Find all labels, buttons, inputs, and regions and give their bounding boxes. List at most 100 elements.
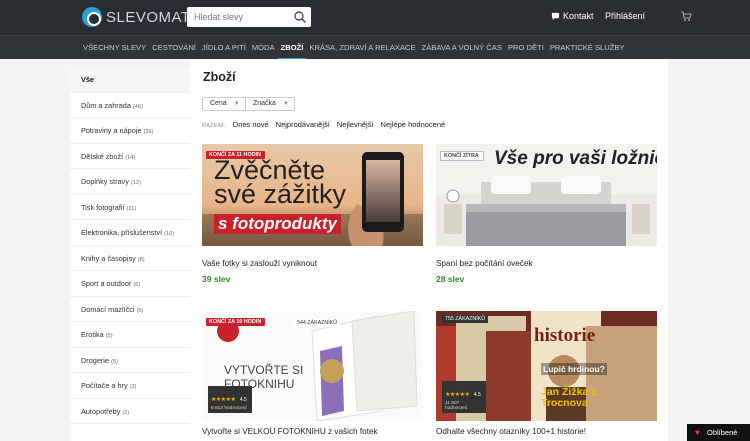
sidebar-item-label: Domácí mazlíčci [81, 304, 135, 314]
contact-label: Kontakt [563, 11, 594, 21]
sidebar-item-count: (46) [132, 103, 143, 110]
rating-box: ★★★★★ 4.5 11 607 hodnocení [442, 381, 486, 413]
banner-headline: Vše pro vaši ložnici [494, 148, 657, 169]
sidebar-item-count: (14) [125, 154, 136, 161]
sort-option-bestselling[interactable]: Nejprodávanější [276, 120, 330, 129]
chat-icon [551, 12, 560, 20]
nav-item[interactable]: CESTOVÁNÍ [149, 36, 199, 60]
sidebar-item[interactable]: Doplňky stravy (12) [70, 169, 190, 195]
favorites-button[interactable]: ♥ Oblíbené [687, 424, 750, 441]
contact-link[interactable]: Kontakt [551, 11, 594, 21]
sidebar-item[interactable]: Potraviny a nápoje (26) [70, 118, 190, 144]
sidebar-item-count: (5) [105, 333, 113, 339]
nav-item[interactable]: JÍDLO A PITÍ [199, 36, 249, 60]
search-input[interactable] [187, 8, 287, 26]
deal-title[interactable]: Vaše fotky si zaslouží vyniknout [202, 259, 317, 268]
sidebar-item[interactable]: Dům a zahrada (46) [70, 93, 190, 118]
sidebar-item-count: (8) [137, 256, 145, 263]
nav-item[interactable]: ZBOŽÍ [277, 36, 307, 60]
sidebar-item[interactable]: Drogerie (5) [70, 348, 190, 373]
sidebar-item-label: Doplňky stravy [81, 177, 129, 186]
banner-line: VYTVOŘTE SI [224, 363, 304, 377]
sidebar-item[interactable]: Sport a outdoor (6) [70, 271, 190, 297]
brand-filter-label: Značka [253, 100, 276, 107]
price-filter[interactable]: Cena ▼ [202, 97, 246, 111]
sidebar-item[interactable]: Autopotřeby (2) [70, 399, 190, 424]
sidebar-item-count: (26) [143, 129, 154, 135]
deal-image[interactable]: KONČÍ ZA 11 HODIN Zvěčněte své zážitky s… [202, 144, 423, 246]
top-header: SLEVOMAT Kontakt Přihlášení [0, 0, 750, 35]
ending-badge: KONČÍ ZA 10 HODIN [206, 318, 266, 326]
nav-item[interactable]: KRÁSA, ZDRAVÍ A RELAXACE [306, 36, 418, 60]
customer-count: 544 ZÁKAZNÍKŮ [294, 319, 341, 327]
sidebar-item-label: Počítače a hry [81, 381, 128, 390]
deal-count: 28 slev [436, 274, 465, 284]
nav-item[interactable]: VŠECHNY SLEVY [80, 36, 149, 60]
brand-filter[interactable]: Značka ▼ [245, 97, 295, 111]
sidebar-item-label: Autopotřeby [81, 406, 121, 416]
nav-item[interactable]: ZÁBAVA A VOLNÝ ČAS [419, 36, 505, 60]
chevron-down-icon: ▼ [233, 101, 240, 107]
ending-badge: KONČÍ ZÍTRA [440, 151, 484, 161]
sidebar-item[interactable]: Vše [70, 67, 190, 93]
logo-text: SLEVOMAT [106, 8, 191, 26]
deal-card-photobook[interactable]: KONČÍ ZA 10 HODIN 544 ZÁKAZNÍKŮ VYTVOŘTE… [202, 311, 423, 441]
sidebar-item-count: (12) [130, 180, 141, 186]
subcategory-sidebar: Vše Dům a zahrada (46) Potraviny a nápoje… [70, 67, 190, 441]
deal-title[interactable]: Spaní bez počítání oveček [436, 259, 533, 268]
sidebar-item-count: (5) [136, 307, 144, 314]
login-link[interactable]: Přihlášení [605, 11, 645, 21]
sidebar-item-label: Sport a outdoor [81, 279, 132, 288]
sidebar-item[interactable]: Erotika (5) [70, 322, 190, 348]
nav-item[interactable]: PRO DĚTI [505, 36, 547, 60]
logo-icon [82, 7, 102, 27]
sidebar-item[interactable]: Tisk fotografií (11) [70, 195, 190, 220]
sidebar-item-count: (11) [126, 205, 137, 212]
favorites-label: Oblíbené [707, 428, 738, 437]
nav-item[interactable]: PRAKTICKÉ SLUŽBY [547, 36, 628, 60]
deal-count: 39 slev [202, 274, 231, 284]
sidebar-item[interactable]: Knihy a časopisy (8) [70, 246, 190, 271]
star-icons: ★★★★★ [211, 397, 236, 403]
cart-icon[interactable] [680, 10, 692, 22]
sidebar-item[interactable]: Dětské zboží (14) [70, 144, 190, 169]
deal-image[interactable]: 755 ZÁKAZNÍKŮ historie Lupič hrdinou? Ja… [436, 311, 657, 421]
deal-card-history-magazine[interactable]: 755 ZÁKAZNÍKŮ historie Lupič hrdinou? Ja… [436, 311, 657, 441]
sort-option-new[interactable]: Dnes nové [233, 120, 269, 129]
sort-option-cheapest[interactable]: Nejlevnější [337, 120, 374, 129]
rating-value: 4.5 [473, 392, 481, 398]
sidebar-item-count: (3) [129, 384, 137, 390]
search-icon[interactable] [293, 10, 307, 24]
banner-headline: Zvěčněte své zážitky [214, 157, 347, 209]
deal-card-bedroom[interactable]: KONČÍ ZÍTRA Vše pro vaši ložnici Spaní b… [436, 144, 657, 284]
sidebar-item[interactable]: Domácí mazlíčci (5) [70, 297, 190, 322]
sidebar-item-label: Dětské zboží [81, 151, 124, 161]
customer-count: 755 ZÁKAZNÍKŮ [442, 315, 489, 323]
sidebar-item[interactable]: Elektronika, příslušenství (10) [70, 220, 190, 246]
rating-box: ★★★★★ 4.5 8 812 hodnocení [208, 386, 252, 413]
deal-title[interactable]: Vytvořte si VELKOU FOTOKNIHU z vašich fo… [202, 427, 378, 436]
magazine-title: historie [534, 325, 596, 346]
logo[interactable]: SLEVOMAT [82, 7, 191, 27]
sort-bar: ŘAZENÍ: Dnes nové Nejprodávanější Nejlev… [202, 120, 445, 129]
sort-label: ŘAZENÍ: [202, 123, 226, 129]
rating-stars: ★★★★★ 4.5 [445, 383, 483, 401]
price-filter-label: Cena [210, 100, 227, 107]
sidebar-item-count: (6) [133, 282, 141, 288]
sidebar-item-label: Drogerie [81, 355, 109, 365]
star-icons: ★★★★★ [445, 392, 470, 398]
search-box [187, 7, 311, 27]
deal-image[interactable]: KONČÍ ZÍTRA Vše pro vaši ložnici [436, 144, 657, 246]
sidebar-item[interactable]: Počítače a hry (3) [70, 373, 190, 399]
sidebar-item-label: Elektronika, příslušenství [81, 228, 163, 237]
sort-option-top-rated[interactable]: Nejlépe hodnocené [381, 120, 446, 129]
deal-title[interactable]: Odhalte všechny otazníky 100+1 historie! [436, 427, 586, 436]
rating-count: 8 812 hodnocení [211, 406, 247, 411]
deal-image[interactable]: KONČÍ ZA 10 HODIN 544 ZÁKAZNÍKŮ VYTVOŘTE… [202, 311, 423, 421]
banner-line: své zážitky [214, 179, 347, 209]
deal-card-photo-products[interactable]: KONČÍ ZA 11 HODIN Zvěčněte své zážitky s… [202, 144, 423, 284]
sidebar-item-count: (5) [111, 358, 118, 365]
sidebar-item-label: Tisk fotografií [81, 202, 125, 212]
rating-stars: ★★★★★ 4.5 [211, 388, 249, 406]
nav-item[interactable]: MÓDA [249, 36, 278, 60]
